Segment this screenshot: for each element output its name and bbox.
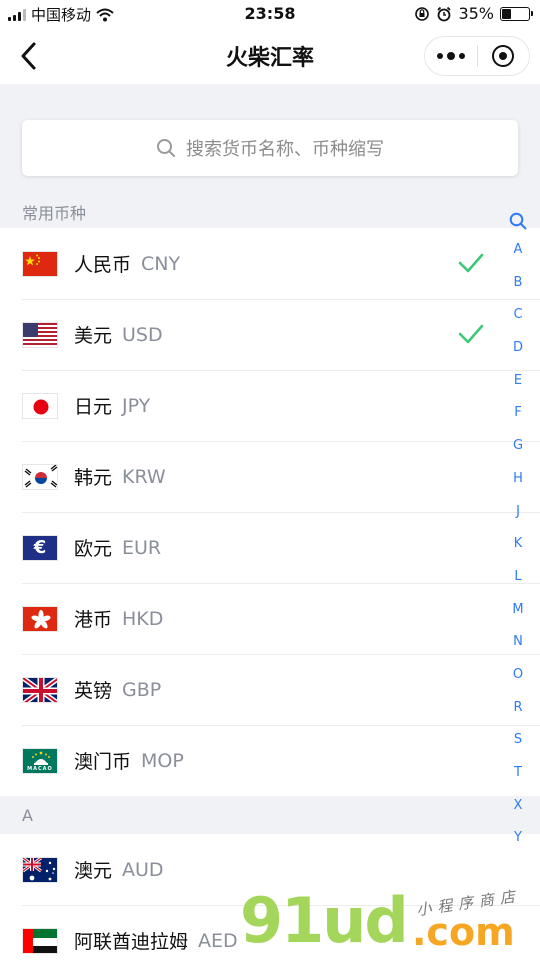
currency-name: 澳门币: [74, 751, 132, 773]
search-icon: [157, 139, 175, 157]
australia-flag-icon: [22, 856, 58, 883]
currency-row-eur[interactable]: € 欧元 EUR: [0, 512, 540, 583]
currency-row-aed[interactable]: 阿联酋迪拉姆 AED: [0, 905, 540, 960]
index-letter-y[interactable]: Y: [504, 822, 532, 855]
index-letter-n[interactable]: N: [504, 626, 532, 659]
index-letter-b[interactable]: B: [504, 267, 532, 300]
currency-row-gbp[interactable]: 英镑 GBP: [0, 654, 540, 725]
currency-row-cny[interactable]: 人民币 CNY: [0, 228, 540, 299]
index-letter-f[interactable]: F: [504, 397, 532, 430]
index-letter-j[interactable]: J: [504, 496, 532, 529]
nav-bar: 火柴汇率: [0, 28, 540, 84]
usa-flag-icon: [22, 321, 58, 348]
index-letter-d[interactable]: D: [504, 332, 532, 365]
index-letter-a[interactable]: A: [504, 234, 532, 267]
currency-name: 英镑: [74, 680, 113, 702]
battery-percent: 35%: [458, 4, 494, 23]
currency-name: 澳元: [74, 860, 113, 882]
currency-code: EUR: [122, 536, 162, 559]
index-letter-o[interactable]: O: [504, 659, 532, 692]
index-search-icon[interactable]: [504, 208, 532, 234]
currency-name: 阿联酋迪拉姆: [74, 931, 189, 953]
check-icon: [458, 253, 484, 273]
currency-row-aud[interactable]: 澳元 AUD: [0, 834, 540, 905]
section-header-common: 常用币种: [22, 204, 87, 223]
currency-name: 日元: [74, 396, 113, 418]
korea-flag-icon: [22, 463, 58, 490]
currency-code: USD: [122, 323, 163, 346]
currency-name: 韩元: [74, 467, 113, 489]
currency-code: MOP: [141, 749, 184, 772]
currency-code: AED: [198, 929, 238, 952]
search-input[interactable]: 搜索货币名称、币种缩写: [22, 120, 518, 176]
currency-row-mop[interactable]: MACAO 澳门币 MOP: [0, 725, 540, 796]
common-currency-list: 人民币 CNY 美元 USD 日元 JPY 韩元 KRW € 欧元 EUR 港币…: [0, 228, 540, 796]
macao-flag-text: MACAO: [27, 765, 53, 772]
index-letter-s[interactable]: S: [504, 724, 532, 757]
uae-flag-icon: [22, 927, 58, 954]
china-flag-icon: [22, 250, 58, 277]
more-button[interactable]: [425, 37, 477, 75]
index-letter-e[interactable]: E: [504, 365, 532, 398]
currency-code: KRW: [122, 465, 166, 488]
index-letter-t[interactable]: T: [504, 757, 532, 790]
more-dots-icon: [437, 52, 465, 60]
currency-name: 人民币: [74, 254, 132, 276]
currency-code: HKD: [122, 607, 164, 630]
currency-name: 美元: [74, 325, 113, 347]
status-right: 35%: [414, 4, 533, 23]
macao-flag-icon: MACAO: [22, 747, 58, 774]
euro-symbol: €: [33, 537, 47, 558]
currency-name: 欧元: [74, 538, 113, 560]
currency-code: JPY: [122, 394, 151, 417]
index-letters: ABCDEFGHJKLMNORSTXY: [504, 234, 532, 855]
currency-row-krw[interactable]: 韩元 KRW: [0, 441, 540, 512]
alarm-icon: [437, 6, 452, 21]
alphabet-index-bar[interactable]: ABCDEFGHJKLMNORSTXY: [504, 208, 532, 855]
close-button[interactable]: [478, 37, 529, 75]
euro-flag-icon: €: [22, 534, 58, 561]
battery-icon: [500, 6, 533, 21]
index-letter-k[interactable]: K: [504, 528, 532, 561]
index-letter-g[interactable]: G: [504, 430, 532, 463]
index-letter-r[interactable]: R: [504, 692, 532, 725]
currency-code: CNY: [141, 252, 181, 275]
currency-row-jpy[interactable]: 日元 JPY: [0, 370, 540, 441]
currency-row-usd[interactable]: 美元 USD: [0, 299, 540, 370]
japan-flag-icon: [22, 392, 58, 419]
hongkong-flag-icon: [22, 605, 58, 632]
currency-name: 港币: [74, 609, 113, 631]
uk-flag-icon: [22, 676, 58, 703]
index-letter-x[interactable]: X: [504, 790, 532, 823]
status-bar: 中国移动 23:58 35%: [0, 0, 540, 28]
index-letter-h[interactable]: H: [504, 463, 532, 496]
check-icon: [458, 324, 484, 344]
currency-code: AUD: [122, 858, 164, 881]
index-letter-c[interactable]: C: [504, 299, 532, 332]
currency-code: GBP: [122, 678, 162, 701]
search-placeholder: 搜索货币名称、币种缩写: [186, 139, 384, 160]
currency-row-hkd[interactable]: 港币 HKD: [0, 583, 540, 654]
a-currency-list: 澳元 AUD 阿联酋迪拉姆 AED: [0, 834, 540, 960]
target-icon: [492, 45, 515, 67]
section-header-a: A: [22, 806, 33, 825]
index-letter-m[interactable]: M: [504, 594, 532, 627]
index-letter-l[interactable]: L: [504, 561, 532, 594]
orientation-lock-icon: [415, 6, 430, 21]
mini-program-capsule: [424, 36, 530, 76]
